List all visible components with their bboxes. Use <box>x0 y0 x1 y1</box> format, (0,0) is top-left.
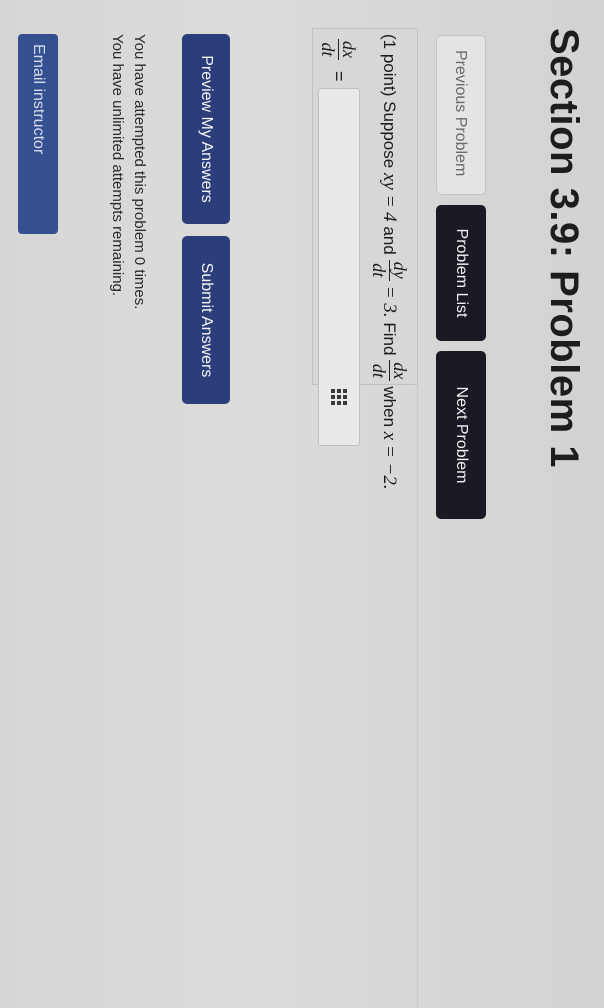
fraction-denominator: dt <box>318 42 339 57</box>
email-instructor-button[interactable]: Email instructor <box>18 34 58 234</box>
points-label: (1 point) <box>380 34 400 97</box>
problem-nav: Previous Problem Problem List Next Probl… <box>436 35 486 519</box>
attempts-info: You have attempted this problem 0 times.… <box>106 34 150 309</box>
equation-xy: xy = 4 <box>379 172 401 222</box>
remaining-text: You have unlimited attempts remaining. <box>109 34 126 297</box>
problem-page: Section 3.9: Problem 1 Previous Problem … <box>0 0 604 1008</box>
fraction-numerator: dx <box>389 360 410 382</box>
answer-row: dx dt = <box>318 34 360 446</box>
condition-x: x = −2. <box>379 431 401 490</box>
submit-answers-button[interactable]: Submit Answers <box>182 236 230 404</box>
suppose-text: Suppose <box>380 101 400 169</box>
fraction-denominator: dt <box>369 263 389 278</box>
page-title: Section 3.9: Problem 1 <box>542 28 586 469</box>
preview-answers-button[interactable]: Preview My Answers <box>182 34 230 224</box>
fraction-denominator: dt <box>369 363 389 378</box>
fraction-numerator: dy <box>389 259 410 281</box>
fraction-dy-dt: dy dt <box>369 259 410 281</box>
answer-actions: Preview My Answers Submit Answers <box>182 34 230 404</box>
and-text: and <box>380 226 400 255</box>
equation-rate: = 3. <box>379 285 401 318</box>
answer-input[interactable] <box>318 87 360 446</box>
previous-problem-button[interactable]: Previous Problem <box>436 35 486 195</box>
answer-fraction-dx-dt: dx dt <box>319 39 360 60</box>
fraction-numerator: dx <box>338 39 360 60</box>
find-text: Find <box>380 322 400 356</box>
when-text: when <box>380 386 400 428</box>
attempted-text: You have attempted this problem 0 times. <box>131 34 148 310</box>
problem-list-button[interactable]: Problem List <box>436 205 486 341</box>
equals-sign: = <box>329 71 350 82</box>
problem-statement: (1 point) Suppose xy = 4 and dy dt = 3. … <box>369 34 410 490</box>
grid-icon[interactable] <box>331 388 347 405</box>
next-problem-button[interactable]: Next Problem <box>436 351 486 519</box>
screen: Section 3.9: Problem 1 Previous Problem … <box>0 0 604 1008</box>
fraction-dx-dt: dx dt <box>369 360 410 382</box>
